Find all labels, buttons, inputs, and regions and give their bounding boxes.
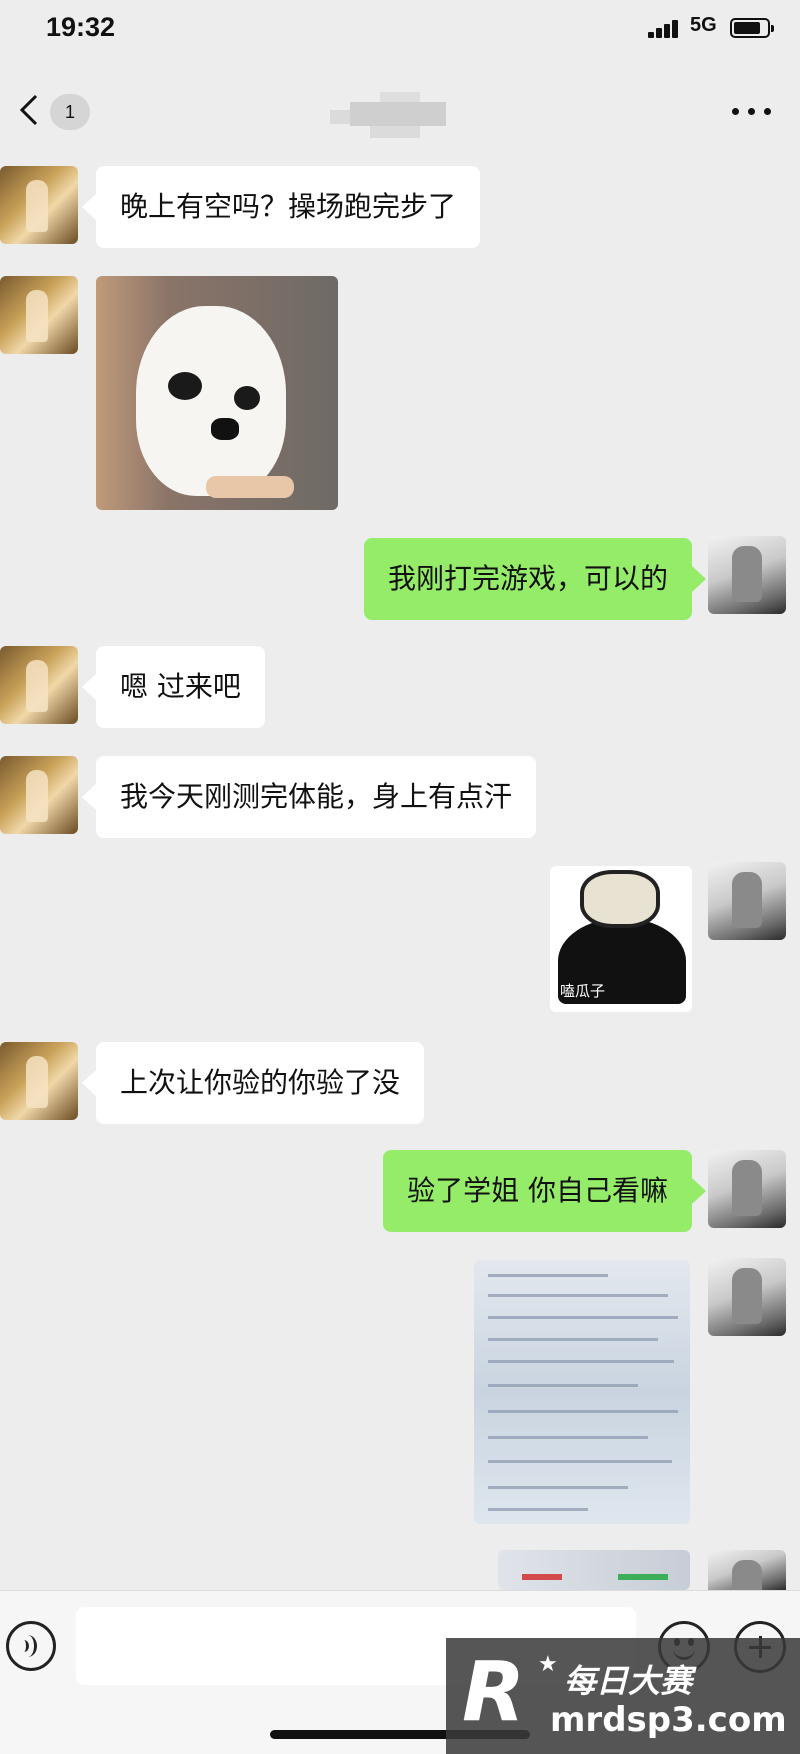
message-image-report-partial[interactable]: [498, 1550, 690, 1590]
star-icon: ★: [538, 1652, 558, 1677]
my-avatar[interactable]: [708, 1150, 786, 1228]
chat-header: 1: [0, 70, 800, 150]
contact-avatar[interactable]: [0, 276, 78, 354]
unread-badge: 1: [50, 94, 90, 130]
watermark-brand: 每日大赛: [564, 1662, 693, 1700]
message-bubble-incoming[interactable]: 上次让你验的你验了没: [81, 1042, 425, 1124]
watermark: R ★ 每日大赛 mrdsp3.com: [446, 1638, 800, 1754]
contact-avatar[interactable]: [0, 646, 78, 724]
sticker-caption: 嗑瓜子: [560, 982, 606, 1000]
back-button[interactable]: [14, 90, 48, 130]
watermark-url: mrdsp3.com: [550, 1700, 787, 1740]
battery-icon: [730, 18, 774, 38]
my-avatar[interactable]: [708, 1550, 786, 1590]
more-button[interactable]: [728, 90, 778, 130]
status-bar: 19:32 5G: [0, 0, 800, 60]
my-avatar[interactable]: [708, 1258, 786, 1336]
message-image-chihuahua[interactable]: [96, 276, 338, 510]
voice-icon[interactable]: [6, 1621, 56, 1671]
message-bubble-outgoing[interactable]: 我刚打完游戏，可以的: [363, 538, 707, 620]
status-time: 19:32: [46, 12, 116, 42]
network-type: 5G: [690, 14, 717, 36]
chevron-left-icon: [19, 94, 38, 126]
message-bubble-incoming[interactable]: 晚上有空吗？操场跑完步了: [81, 166, 481, 248]
message-bubble-incoming[interactable]: 我今天刚测完体能，身上有点汗: [81, 756, 537, 838]
contact-avatar[interactable]: [0, 166, 78, 244]
message-image-report[interactable]: [474, 1260, 690, 1524]
message-bubble-outgoing[interactable]: 验了学姐 你自己看嘛: [383, 1150, 706, 1232]
my-avatar[interactable]: [708, 536, 786, 614]
signal-icon: [648, 18, 682, 38]
chat-title-blurred: [330, 84, 470, 144]
watermark-logo: R: [462, 1645, 526, 1740]
message-bubble-incoming[interactable]: 嗯 过来吧: [82, 646, 265, 728]
contact-avatar[interactable]: [0, 756, 78, 834]
my-avatar[interactable]: [708, 862, 786, 940]
message-sticker[interactable]: 嗑瓜子: [550, 866, 692, 1012]
contact-avatar[interactable]: [0, 1042, 78, 1120]
